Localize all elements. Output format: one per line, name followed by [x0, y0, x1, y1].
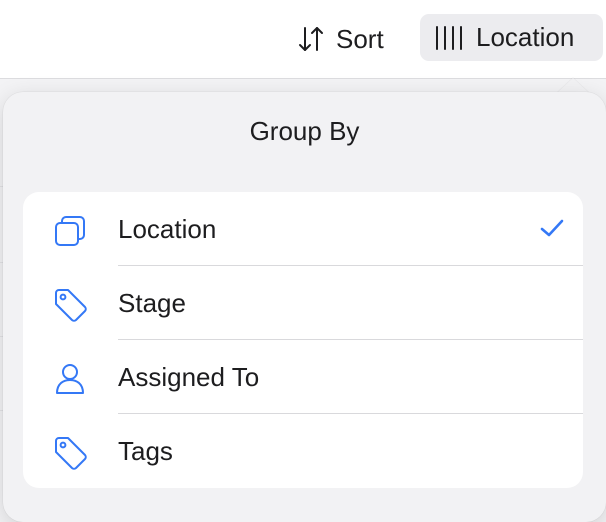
sort-button-label: Sort: [336, 23, 384, 54]
option-label: Location: [118, 214, 217, 244]
group-by-popover: Group By Location Stage Assigned To Tags: [3, 92, 606, 522]
group-by-option-location[interactable]: Location: [23, 192, 583, 266]
location-group-button[interactable]: Location: [420, 14, 603, 61]
group-by-option-tags[interactable]: Tags: [23, 414, 583, 488]
popover-arrow: [557, 78, 589, 93]
person-icon: [51, 361, 89, 397]
option-label: Stage: [118, 288, 186, 318]
group-by-option-assigned-to[interactable]: Assigned To: [23, 340, 583, 414]
tag-icon: [51, 287, 89, 323]
option-label: Assigned To: [118, 362, 260, 392]
popover-title: Group By: [249, 116, 360, 146]
checkmark-icon: [539, 217, 565, 244]
sort-button[interactable]: Sort: [296, 18, 384, 60]
layers-icon: [51, 213, 89, 249]
group-by-options-list: Location Stage Assigned To Tags: [23, 192, 583, 488]
toolbar: Sort Location: [0, 0, 606, 79]
option-label: Tags: [118, 436, 173, 466]
sort-arrows-icon: [296, 24, 326, 54]
tag-icon: [51, 435, 89, 471]
location-button-label: Location: [476, 22, 575, 52]
group-by-option-stage[interactable]: Stage: [23, 266, 583, 340]
columns-icon: [434, 25, 464, 51]
